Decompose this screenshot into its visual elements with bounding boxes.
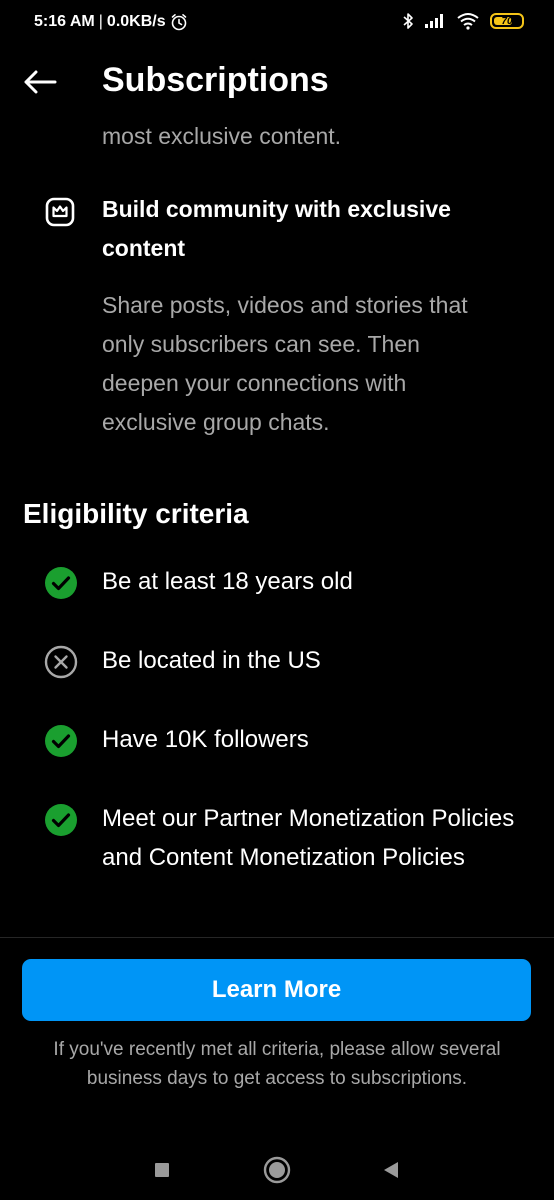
home-circle-icon	[263, 1156, 291, 1184]
footer-divider	[0, 937, 554, 938]
alarm-icon	[171, 14, 186, 31]
status-left: 5:16 AM | 0.0KB/s	[34, 13, 188, 31]
content-scroll-area[interactable]: most exclusive content. Build community …	[0, 112, 554, 938]
battery-level: 70	[501, 15, 513, 27]
back-triangle-icon	[384, 1162, 398, 1178]
back-button[interactable]	[20, 62, 60, 102]
network-speed: 0.0KB/s	[106, 13, 166, 30]
signal-icon	[425, 14, 443, 28]
check-circle-icon	[45, 567, 77, 599]
eligibility-heading: Eligibility criteria	[23, 498, 249, 529]
bluetooth-icon	[403, 13, 413, 29]
status-time: 5:16 AM	[34, 13, 95, 30]
feature-title: Build community with exclusive content	[102, 196, 451, 261]
x-circle-icon	[44, 645, 78, 679]
criteria-label: Be at least 18 years old	[102, 568, 353, 595]
recents-square-icon	[155, 1163, 169, 1177]
check-circle-icon	[45, 804, 77, 836]
criteria-label: Be located in the US	[102, 647, 321, 674]
crown-icon	[45, 197, 75, 227]
partial-description: most exclusive content.	[102, 123, 342, 149]
footer-note: If you've recently met all criteria, ple…	[53, 1039, 501, 1089]
system-nav-bar	[0, 1140, 554, 1196]
home-button[interactable]	[257, 1150, 297, 1190]
status-separator: |	[98, 13, 103, 30]
criteria-label: Have 10K followers	[102, 726, 309, 753]
page-title: Subscriptions	[102, 61, 329, 99]
header: Subscriptions	[0, 52, 554, 112]
arrow-left-icon	[24, 70, 57, 94]
check-circle-icon	[45, 725, 77, 757]
status-bar: 5:16 AM | 0.0KB/s 70	[0, 0, 554, 48]
system-back-button[interactable]	[371, 1150, 411, 1190]
status-right: 70	[402, 12, 524, 30]
wifi-icon	[457, 13, 479, 30]
criteria-label: Meet our Partner Monetization Policies a…	[102, 805, 515, 871]
recents-button[interactable]	[142, 1150, 182, 1190]
learn-more-button[interactable]: Learn More	[22, 959, 531, 1021]
feature-description: Share posts, videos and stories that onl…	[102, 292, 468, 435]
battery-icon: 70	[490, 13, 524, 29]
